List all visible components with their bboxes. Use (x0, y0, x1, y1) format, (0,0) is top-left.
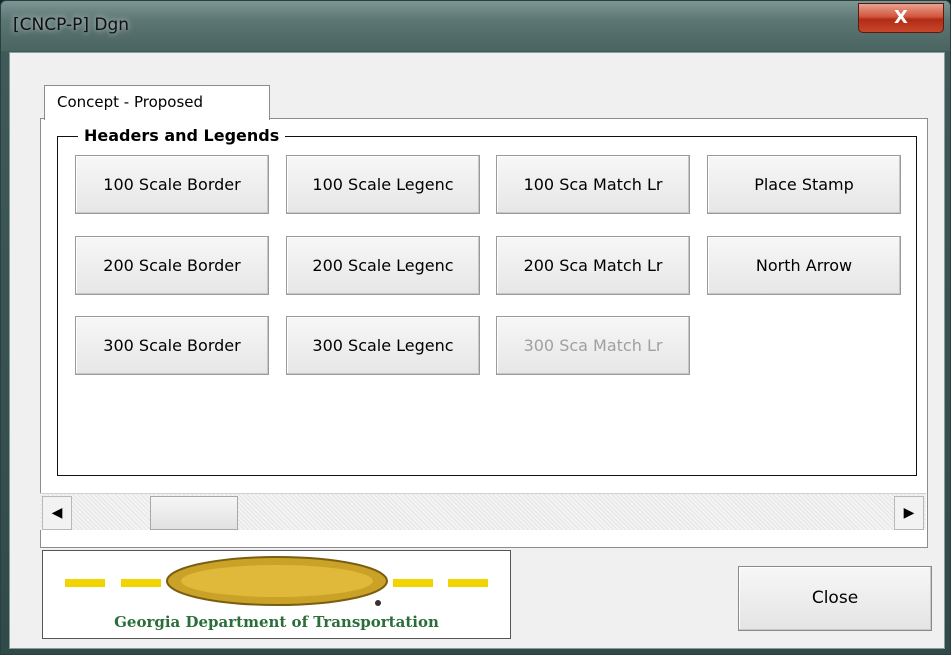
200-scale-match-line-button[interactable]: 200 Sca Match Lr (496, 236, 690, 295)
window-close-button[interactable]: X (858, 3, 944, 33)
100-scale-match-line-button[interactable]: 100 Sca Match Lr (496, 155, 690, 214)
dialog-window: [CNCP-P] Dgn X Concept - Proposed Header… (0, 0, 951, 655)
200-scale-legend-button[interactable]: 200 Scale Legenc (286, 236, 480, 295)
scrollbar-thumb[interactable] (150, 496, 238, 530)
horizontal-scrollbar[interactable]: ◀ ▶ (40, 493, 926, 530)
300-scale-legend-button[interactable]: 300 Scale Legenc (286, 316, 480, 375)
tab-panel: Headers and Legends 100 Scale Border 100… (40, 118, 928, 548)
gdot-logo-graphic (65, 556, 488, 606)
100-scale-legend-button[interactable]: 100 Scale Legenc (286, 155, 480, 214)
tab-label: Concept - Proposed (57, 93, 204, 111)
close-button[interactable]: Close (738, 566, 932, 631)
gdot-logo: Georgia Department of Transportation (42, 550, 511, 639)
close-icon: X (894, 7, 908, 28)
300-scale-border-button[interactable]: 300 Scale Border (75, 316, 269, 375)
window-title: [CNCP-P] Dgn (13, 15, 130, 35)
place-stamp-button[interactable]: Place Stamp (707, 155, 901, 214)
200-scale-border-button[interactable]: 200 Scale Border (75, 236, 269, 295)
300-scale-match-line-button[interactable]: 300 Sca Match Lr (496, 316, 690, 375)
north-arrow-button[interactable]: North Arrow (707, 236, 901, 295)
scroll-right-icon[interactable]: ▶ (894, 496, 924, 530)
group-label: Headers and Legends (78, 126, 286, 145)
dialog-client-area: Concept - Proposed Headers and Legends 1… (9, 52, 945, 649)
title-bar[interactable]: [CNCP-P] Dgn X (1, 1, 950, 51)
logo-caption: Georgia Department of Transportation (114, 613, 439, 631)
scroll-left-icon[interactable]: ◀ (42, 496, 72, 530)
tab-concept-proposed[interactable]: Concept - Proposed (44, 85, 270, 120)
headers-legends-group: Headers and Legends 100 Scale Border 100… (57, 126, 917, 476)
100-scale-border-button[interactable]: 100 Scale Border (75, 155, 269, 214)
